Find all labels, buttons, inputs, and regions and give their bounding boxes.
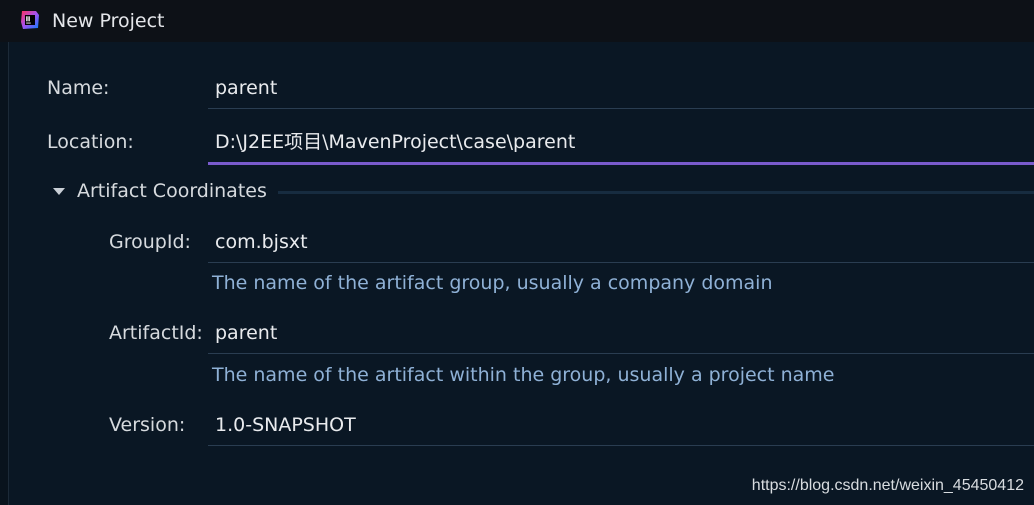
section-divider <box>278 191 1034 194</box>
group-id-hint: The name of the artifact group, usually … <box>212 272 773 294</box>
location-label: Location: <box>47 131 134 153</box>
artifact-coordinates-toggle[interactable]: Artifact Coordinates <box>50 178 1034 206</box>
name-value: parent <box>215 77 278 99</box>
version-value: 1.0-SNAPSHOT <box>215 414 356 436</box>
version-label: Version: <box>109 414 186 436</box>
artifact-id-label: ArtifactId: <box>109 322 203 344</box>
name-label: Name: <box>47 77 110 99</box>
section-title: Artifact Coordinates <box>77 180 267 202</box>
artifact-id-value: parent <box>215 322 278 344</box>
group-id-value: com.bjsxt <box>215 231 308 253</box>
intellij-idea-icon <box>21 11 39 29</box>
artifact-id-hint: The name of the artifact within the grou… <box>212 364 835 386</box>
artifact-id-field[interactable]: parent <box>208 313 1034 354</box>
name-field[interactable]: parent <box>208 68 1034 109</box>
new-project-dialog: New Project Name: parent Location: D:\J2… <box>0 0 1034 505</box>
window-title: New Project <box>52 10 165 32</box>
triangle-down-icon <box>53 188 65 195</box>
group-id-field[interactable]: com.bjsxt <box>208 222 1034 263</box>
location-field[interactable]: D:\J2EE项目\MavenProject\case\parent <box>208 122 1034 165</box>
version-field[interactable]: 1.0-SNAPSHOT <box>208 405 1034 446</box>
location-value: D:\J2EE项目\MavenProject\case\parent <box>215 131 576 153</box>
group-id-label: GroupId: <box>109 231 191 253</box>
title-bar: New Project <box>0 0 1034 42</box>
watermark-text: https://blog.csdn.net/weixin_45450412 <box>751 477 1024 494</box>
